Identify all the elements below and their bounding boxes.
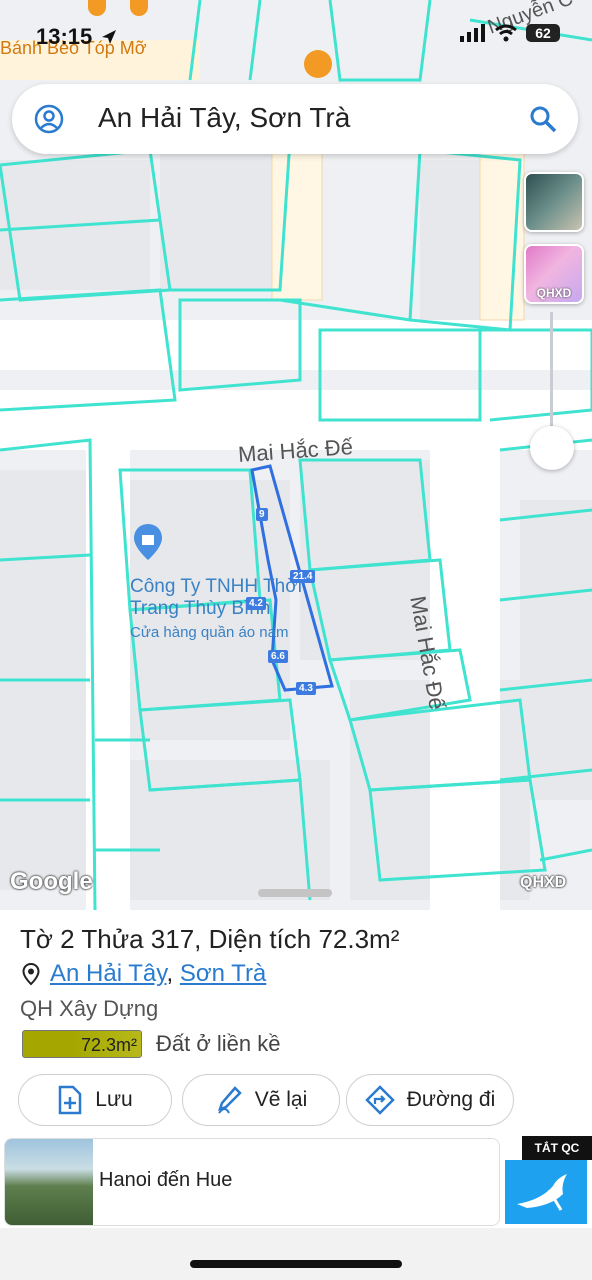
area-badge: 72.3m²	[22, 1030, 142, 1058]
search-bar[interactable]: An Hải Tây, Sơn Trà	[12, 84, 578, 154]
bird-logo-icon	[517, 1174, 567, 1211]
shopping-pin-icon[interactable]	[132, 522, 164, 562]
segment-length-label: 4.3	[296, 682, 316, 695]
save-button[interactable]: Lưu	[18, 1074, 172, 1126]
home-indicator-area	[0, 1228, 592, 1280]
poi-name[interactable]: Công Ty TNHH Thời Trang Thùy Bình	[130, 576, 302, 620]
land-use-type: Đất ở liền kề	[156, 1031, 281, 1056]
district-link[interactable]: Sơn Trà	[180, 960, 266, 987]
ad-close-button[interactable]: TẮT QC	[522, 1136, 592, 1160]
add-file-icon	[59, 1085, 82, 1115]
battery-icon: 62	[526, 24, 560, 42]
sheet-drag-handle[interactable]	[258, 889, 332, 897]
search-icon[interactable]	[528, 104, 558, 134]
ad-brand-logo[interactable]	[505, 1160, 587, 1224]
status-bar: 13:15 62	[0, 18, 592, 58]
directions-label: Đường đi	[406, 1088, 496, 1111]
land-use-row: 72.3m² Đất ở liền kề	[22, 1030, 280, 1058]
location-pin-icon	[22, 962, 40, 986]
parcel-title: Tờ 2 Thửa 317, Diện tích 72.3m²	[20, 924, 400, 954]
opacity-slider-knob[interactable]	[530, 426, 574, 470]
home-indicator[interactable]	[190, 1260, 402, 1268]
ward-link[interactable]: An Hải Tây	[50, 960, 167, 987]
directions-button[interactable]: Đường đi	[346, 1074, 514, 1126]
ad-banner[interactable]: Hanoi đến Hue	[4, 1138, 500, 1226]
google-logo: Google	[10, 868, 93, 895]
segment-length-label: 21.4	[290, 570, 316, 583]
location-separator: ,	[166, 960, 174, 987]
opacity-slider-track[interactable]	[550, 312, 553, 438]
status-time: 13:15	[36, 24, 93, 49]
segment-length-label: 4.2	[246, 597, 266, 610]
signal-icon	[460, 24, 485, 42]
redraw-label: Vẽ lại	[254, 1088, 308, 1111]
search-query[interactable]: An Hải Tây, Sơn Trà	[98, 102, 350, 134]
segment-length-label: 6.6	[268, 650, 288, 663]
parcel-info-sheet: Tờ 2 Thửa 317, Diện tích 72.3m² An Hải T…	[0, 910, 592, 1280]
poi-name-line2: Trang Thùy Bình	[130, 598, 271, 619]
qhxd-layer-button[interactable]: QHXD	[524, 244, 584, 304]
directions-icon	[364, 1085, 395, 1115]
ad-text: Hanoi đến Hue	[99, 1169, 233, 1191]
poi-category: Cửa hàng quần áo nam	[130, 624, 289, 641]
location-arrow-icon	[102, 30, 116, 44]
qhxd-layer-label: QHXD	[536, 286, 572, 300]
qhxd-watermark: QHXD	[520, 874, 567, 891]
satellite-layer-button[interactable]	[524, 172, 584, 232]
plan-label: QH Xây Dựng	[20, 996, 159, 1021]
redraw-pen-icon	[217, 1086, 242, 1114]
segment-length-label: 9	[256, 508, 268, 521]
status-right: 62	[460, 24, 560, 42]
map-view[interactable]: Bánh Bèo Tóp Mỡ Nguyễn C Mai Hắc Đế Mai …	[0, 0, 592, 910]
parcel-location: An Hải Tây, Sơn Trà	[22, 960, 266, 988]
redraw-button[interactable]: Vẽ lại	[182, 1074, 340, 1126]
ad-thumbnail	[5, 1139, 93, 1225]
account-icon[interactable]	[34, 104, 64, 134]
wifi-icon	[495, 24, 517, 42]
poi-name-line1: Công Ty TNHH Thời	[130, 576, 302, 597]
save-label: Lưu	[95, 1088, 133, 1111]
